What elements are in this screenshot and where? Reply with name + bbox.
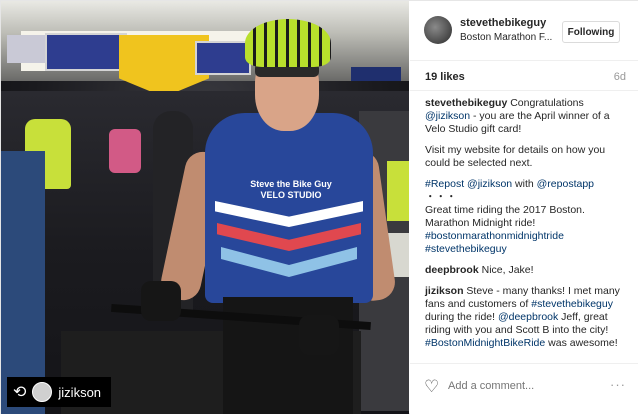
comment-tag-link[interactable]: @jizikson bbox=[425, 110, 470, 122]
comment-text: ・・・ bbox=[425, 191, 457, 203]
rider-right-vest bbox=[387, 161, 409, 221]
rider-pink-jersey bbox=[109, 129, 141, 173]
post-sidebar: stevethebikeguy Boston Marathon F... Fol… bbox=[410, 1, 638, 414]
post-time[interactable]: 6d bbox=[614, 71, 626, 83]
following-button[interactable]: Following bbox=[562, 21, 620, 43]
comment: jizikson Steve - many thanks! I met many… bbox=[425, 285, 626, 350]
adidas-banner bbox=[7, 35, 47, 63]
comment-text: with bbox=[512, 178, 537, 190]
jersey-text: Steve the Bike Guy VELO STUDIO bbox=[250, 179, 332, 200]
rider-glove-left bbox=[141, 281, 181, 321]
comment: #Repost @jizikson with @repostapp ・・・ Grea… bbox=[425, 178, 626, 256]
comment-username[interactable]: stevethebikeguy bbox=[425, 97, 507, 109]
comment-text: Congratulations bbox=[507, 97, 584, 109]
rider-glove-right bbox=[299, 315, 339, 355]
comment-text: Visit my website for details on how you … bbox=[425, 144, 606, 169]
post-username[interactable]: stevethebikeguy bbox=[460, 17, 546, 29]
repost-icon: ⟲ bbox=[13, 384, 27, 401]
comment-tag-link[interactable]: #stevethebikeguy bbox=[531, 298, 613, 310]
comment-tag-link[interactable]: #bostonmarathonmidnightride bbox=[425, 230, 564, 242]
comment-tag-link[interactable]: @repostapp bbox=[537, 178, 594, 190]
comment-tag-link[interactable]: #stevethebikeguy bbox=[425, 243, 507, 255]
repost-username: jizikson bbox=[58, 384, 102, 400]
rider-helmet bbox=[245, 19, 331, 67]
comment-tag-link[interactable]: #BostonMidnightBikeRide bbox=[425, 337, 545, 349]
rider-left bbox=[1, 151, 45, 414]
instagram-post-frame: Steve the Bike Guy VELO STUDIO ⟲ jizikso… bbox=[0, 0, 638, 414]
add-comment-input[interactable] bbox=[448, 380, 598, 392]
sponsor-banner-right bbox=[195, 41, 251, 75]
repost-badge[interactable]: ⟲ jizikson bbox=[7, 377, 112, 407]
avatar[interactable] bbox=[424, 16, 452, 44]
comment-text: Nice, Jake! bbox=[478, 264, 534, 276]
sponsor-banner-left bbox=[45, 33, 127, 71]
nbc-sign bbox=[351, 67, 401, 81]
post-header: stevethebikeguy Boston Marathon F... Fol… bbox=[410, 1, 638, 61]
comment: Visit my website for details on how you … bbox=[425, 144, 626, 170]
comment: deepbrook Nice, Jake! bbox=[425, 264, 626, 277]
more-options-icon[interactable]: ··· bbox=[610, 377, 626, 392]
comment-text: during the ride! bbox=[425, 311, 498, 323]
repost-avatar bbox=[32, 382, 53, 402]
comment-text: Great time riding the 2017 Boston. Marat… bbox=[425, 204, 585, 229]
comments-list: stevethebikeguy Congratulations @jizikso… bbox=[410, 93, 638, 363]
comment-tag-link[interactable]: @deepbrook bbox=[498, 311, 558, 323]
comment-text: was awesome! bbox=[545, 337, 618, 349]
post-photo[interactable]: Steve the Bike Guy VELO STUDIO ⟲ jizikso… bbox=[1, 1, 409, 414]
comment: stevethebikeguy Congratulations @jizikso… bbox=[425, 97, 626, 136]
comment-tag-link[interactable]: #Repost bbox=[425, 178, 464, 190]
post-location[interactable]: Boston Marathon F... bbox=[460, 32, 556, 43]
comment-tag-link[interactable]: @jizikson bbox=[467, 178, 512, 190]
likes-count[interactable]: 19 likes bbox=[425, 71, 465, 83]
comment-username[interactable]: deepbrook bbox=[425, 264, 479, 276]
add-comment-row: ♡ ··· bbox=[410, 363, 638, 414]
likes-row: 19 likes 6d bbox=[410, 61, 638, 91]
comment-username[interactable]: jizikson bbox=[425, 285, 464, 297]
heart-icon[interactable]: ♡ bbox=[424, 377, 439, 397]
